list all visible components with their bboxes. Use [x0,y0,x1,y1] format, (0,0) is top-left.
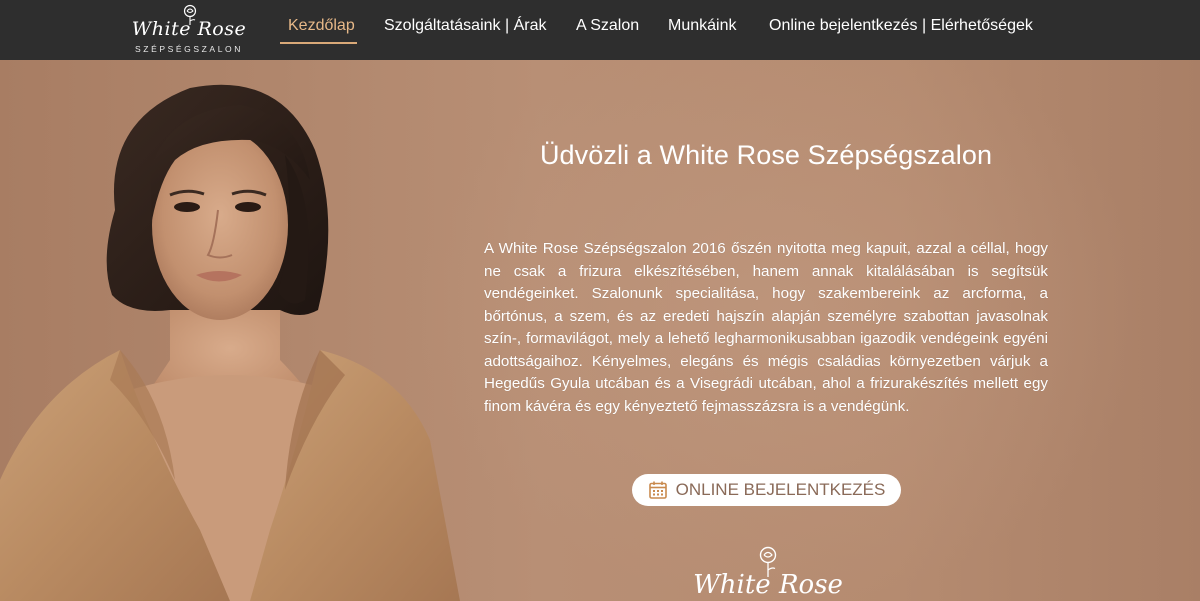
calendar-icon [648,481,667,499]
nav-item-home[interactable]: Kezdőlap [288,17,355,35]
hero-paragraph: A White Rose Szépségszalon 2016 őszén ny… [484,240,1048,415]
hero-title: Üdvözli a White Rose Szépségszalon [539,140,993,170]
hero-logo: White Rose [688,546,848,601]
top-navbar: White Rose SZÉPSÉGSZALON Kezdőlap Szolgá… [0,0,1200,60]
nav-item-booking-contacts[interactable]: Online bejelentkezés | Elérhetőségek [769,17,1033,35]
online-booking-button-label: ONLINE BEJELENTKEZÉS [675,480,886,499]
nav-active-underline [280,42,357,44]
nav-item-services-prices[interactable]: Szolgáltatásaink | Árak [384,17,546,35]
online-booking-button[interactable]: ONLINE BEJELENTKEZÉS [632,474,901,506]
brand-logo[interactable]: White Rose SZÉPSÉGSZALON [128,4,250,56]
nav-item-works[interactable]: Munkáink [668,17,736,35]
brand-logo-script: White Rose [131,18,247,40]
hero-logo-script: White Rose [693,570,843,600]
hero-section: Üdvözli a White Rose Szépségszalon A Whi… [0,60,1200,601]
portrait-image [0,84,460,601]
nav-item-salon[interactable]: A Szalon [576,17,639,35]
brand-logo-subtitle: SZÉPSÉGSZALON [135,44,243,54]
